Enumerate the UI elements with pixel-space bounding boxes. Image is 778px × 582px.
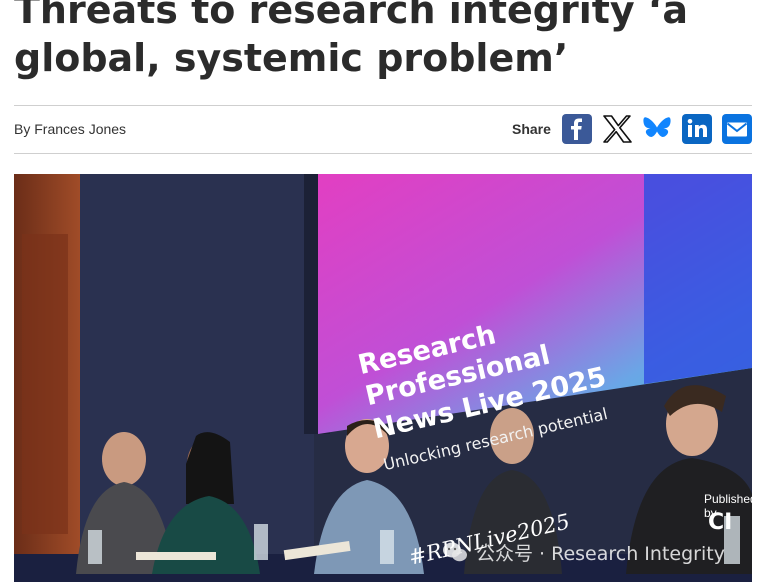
facebook-share-button[interactable] bbox=[562, 114, 592, 144]
wechat-icon bbox=[443, 542, 467, 562]
bluesky-icon bbox=[643, 117, 671, 137]
headline-line-2: global, systemic problem’ bbox=[14, 36, 569, 80]
headline-line-1: Threats to research integrity ‘a bbox=[14, 0, 688, 32]
byline: By Frances Jones bbox=[14, 121, 127, 137]
x-icon bbox=[603, 115, 632, 143]
article-photo: Research Professional News Live 2025 Unl… bbox=[14, 174, 752, 582]
email-share-button[interactable] bbox=[722, 114, 752, 144]
x-share-button[interactable] bbox=[602, 114, 632, 144]
divider-top bbox=[14, 105, 752, 106]
screen-brand: CI bbox=[708, 510, 733, 535]
watermark-text: 公众号 · Research Integrity bbox=[476, 542, 725, 565]
linkedin-icon bbox=[687, 119, 707, 137]
linkedin-share-button[interactable] bbox=[682, 114, 712, 144]
watermark: 公众号 · Research Integrity bbox=[442, 540, 725, 565]
facebook-icon bbox=[571, 118, 582, 140]
email-icon bbox=[726, 122, 748, 137]
bluesky-share-button[interactable] bbox=[642, 114, 672, 144]
divider-bottom bbox=[14, 153, 752, 154]
share-label: Share bbox=[512, 121, 551, 137]
article-headline: Threats to research integrity ‘a global,… bbox=[14, 0, 764, 82]
